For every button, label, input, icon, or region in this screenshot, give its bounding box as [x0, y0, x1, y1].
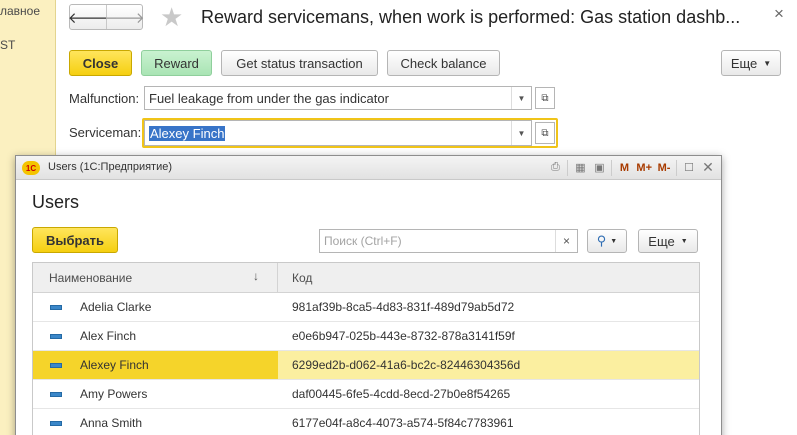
close-icon[interactable]: ✕ [701, 159, 715, 176]
chevron-down-icon: ▼ [680, 237, 688, 245]
clear-search-icon[interactable]: × [555, 230, 577, 252]
open-window-icon: ⧉ [541, 92, 549, 104]
memory-m-button[interactable]: M [617, 162, 631, 174]
chevron-down-icon: ▼ [763, 58, 772, 68]
table-row[interactable]: Alex Finch e0e6b947-025b-443e-8732-878a3… [33, 322, 699, 351]
close-button[interactable]: Close [69, 50, 132, 76]
divider [676, 159, 677, 176]
open-window-icon: ⧉ [541, 127, 549, 139]
row-name: Alexey Finch [80, 358, 149, 372]
popup-heading: Users [32, 192, 80, 212]
row-code: e0e6b947-025b-443e-8732-878a3141f59f [292, 329, 515, 343]
maximize-icon[interactable]: ☐ [682, 161, 696, 174]
search-options-button[interactable]: ⚲ ▼ [587, 229, 627, 253]
column-header-code[interactable]: Код [278, 263, 699, 292]
catalog-item-icon [50, 391, 62, 397]
window-title: Users (1С:Предприятие) [48, 161, 173, 173]
catalog-item-icon [50, 304, 62, 310]
section-st[interactable]: ST [0, 38, 15, 52]
divider [567, 159, 569, 176]
column-name-label: Наименование [49, 270, 133, 285]
reward-button[interactable]: Reward [141, 50, 212, 76]
close-form-icon[interactable]: × [774, 4, 784, 24]
open-serviceman-button[interactable]: ⧉ [535, 122, 555, 144]
row-code: daf00445-6fe5-4cdd-8ecd-27b0e8f54265 [292, 387, 511, 401]
window-titlebar[interactable]: 1С Users (1С:Предприятие) ⎙ ▦ ▣ M M+ M- … [16, 156, 721, 180]
dropdown-arrow-icon[interactable]: ▼ [511, 121, 531, 145]
users-selection-window: 1С Users (1С:Предприятие) ⎙ ▦ ▣ M M+ M- … [15, 155, 722, 435]
serviceman-field[interactable]: Alexey Finch ▼ [144, 120, 532, 146]
catalog-item-icon [50, 420, 62, 426]
nav-buttons: 🡐 🡒 [67, 4, 145, 30]
arrow-left-icon: 🡐 [67, 9, 109, 27]
catalog-item-icon [50, 333, 62, 339]
arrow-right-icon: 🡒 [104, 9, 145, 27]
row-name: Anna Smith [80, 416, 143, 430]
row-code: 981af39b-8ca5-4d83-831f-489d79ab5d72 [292, 300, 515, 314]
catalog-item-icon [50, 362, 62, 368]
divider [611, 159, 613, 176]
malfunction-label: Malfunction: [69, 91, 140, 106]
table-row[interactable]: Anna Smith 6177e04f-a8c4-4073-a574-5f84c… [33, 409, 699, 435]
memory-subtract-button[interactable]: M- [657, 162, 671, 174]
check-balance-button[interactable]: Check balance [387, 50, 500, 76]
users-table: Наименование ↓ Код Adelia Clarke 981af39… [32, 262, 700, 435]
chevron-down-icon: ▼ [610, 237, 618, 245]
dropdown-arrow-icon[interactable]: ▼ [511, 87, 531, 109]
print-icon[interactable]: ⎙ [548, 161, 562, 174]
form-title: Reward servicemans, when work is perform… [201, 7, 741, 27]
more-label: Еще [648, 233, 675, 249]
malfunction-value: Fuel leakage from under the gas indicato… [149, 90, 389, 106]
serviceman-label: Serviceman: [69, 125, 142, 140]
popup-more-button[interactable]: Еще ▼ [638, 229, 698, 253]
open-malfunction-button[interactable]: ⧉ [535, 87, 555, 109]
get-status-transaction-button[interactable]: Get status transaction [221, 50, 378, 76]
table-row[interactable]: Adelia Clarke 981af39b-8ca5-4d83-831f-48… [33, 293, 699, 322]
row-name: Adelia Clarke [80, 300, 152, 314]
calendar-icon[interactable]: ▣ [592, 161, 606, 174]
forward-button[interactable]: 🡒 [104, 5, 145, 29]
table-row[interactable]: Amy Powers daf00445-6fe5-4cdd-8ecd-27b0e… [33, 380, 699, 409]
more-button[interactable]: Еще ▼ [721, 50, 781, 76]
memory-add-button[interactable]: M+ [636, 162, 652, 174]
search-field[interactable]: × [319, 229, 578, 253]
search-input[interactable] [320, 230, 555, 252]
1c-logo-icon: 1С [22, 161, 40, 175]
table-icon[interactable]: ▦ [573, 161, 587, 174]
section-main[interactable]: лавное [0, 4, 40, 18]
favorite-star-icon[interactable]: ★ [160, 2, 183, 33]
search-icon: ⚲ [596, 233, 607, 248]
row-code: 6177e04f-a8c4-4073-a574-5f84c7783961 [292, 416, 514, 430]
serviceman-value: Alexey Finch [149, 125, 226, 141]
row-name: Alex Finch [80, 329, 137, 343]
more-label: Еще [730, 55, 758, 71]
row-name: Amy Powers [80, 387, 148, 401]
column-header-name[interactable]: Наименование ↓ [33, 263, 278, 292]
window-tools: ⎙ ▦ ▣ M M+ M- ☐ ✕ [548, 159, 715, 176]
row-code: 6299ed2b-d062-41a6-bc2c-82446304356d [292, 358, 521, 372]
back-button[interactable]: 🡐 [67, 5, 109, 29]
sort-arrow-icon: ↓ [253, 269, 259, 283]
column-code-label: Код [292, 270, 313, 285]
table-header: Наименование ↓ Код [33, 263, 699, 293]
table-row-selected[interactable]: Alexey Finch 6299ed2b-d062-41a6-bc2c-824… [33, 351, 699, 380]
select-button[interactable]: Выбрать [32, 227, 118, 253]
malfunction-field[interactable]: Fuel leakage from under the gas indicato… [144, 86, 532, 110]
